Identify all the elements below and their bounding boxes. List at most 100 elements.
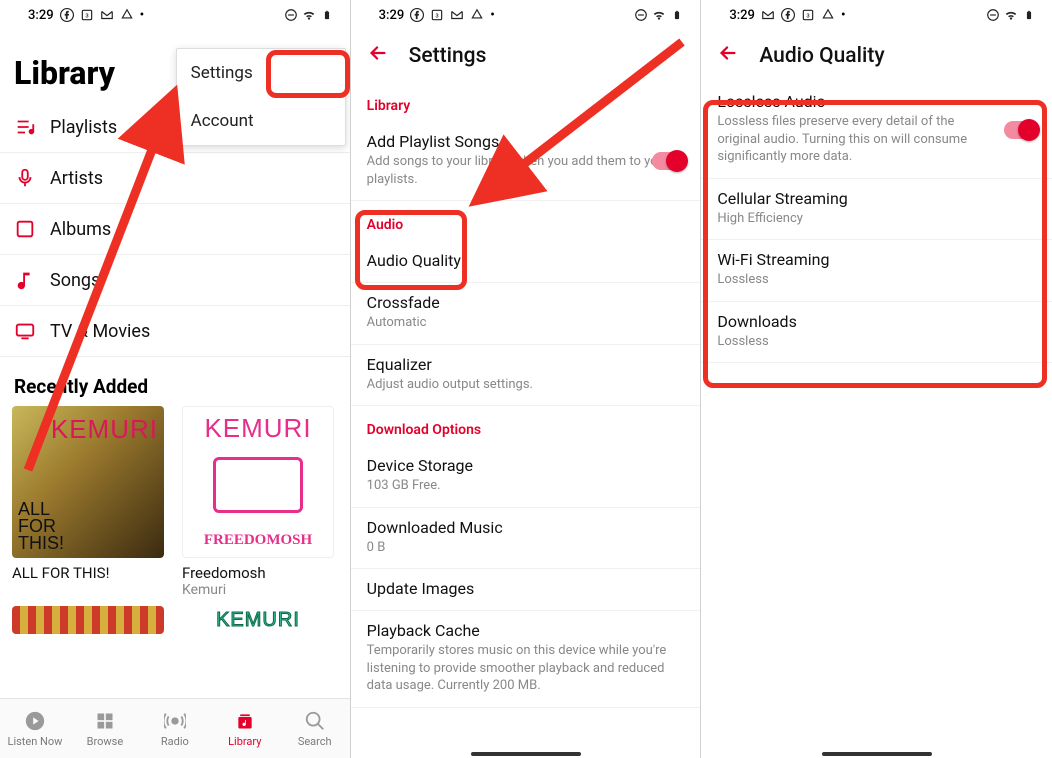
page-title: Settings — [409, 44, 487, 68]
setting-equalizer[interactable]: Equalizer Adjust audio output settings. — [351, 345, 701, 407]
svg-text:3: 3 — [436, 13, 439, 19]
toggle-switch[interactable] — [1004, 121, 1038, 139]
album-card[interactable]: KEMURI FREEDOMOSH Freedomosh Kemuri — [182, 406, 334, 598]
status-bar: 3:29 3 • — [0, 0, 350, 30]
overflow-menu: Settings Account — [176, 48, 346, 146]
setting-cellular-streaming[interactable]: Cellular Streaming High Efficiency — [701, 179, 1052, 241]
panel-library: 3:29 3 • — [0, 0, 351, 758]
header: Audio Quality — [701, 30, 1052, 82]
library-item-label: Playlists — [50, 117, 117, 138]
songs-icon — [14, 269, 36, 291]
menu-item-settings[interactable]: Settings — [177, 49, 345, 97]
status-time: 3:29 — [379, 8, 405, 23]
library-icon — [234, 710, 256, 732]
setting-lossless-audio[interactable]: Lossless Audio Lossless files preserve e… — [701, 82, 1052, 179]
tab-browse[interactable]: Browse — [70, 699, 140, 758]
gmail-icon — [761, 8, 775, 22]
dnd-icon — [284, 8, 298, 22]
album-art: KEMURI ALLFORTHIS! — [12, 406, 164, 558]
screenshot-icon: 3 — [801, 8, 815, 22]
dnd-icon — [634, 8, 648, 22]
status-dot: • — [841, 8, 846, 23]
album-title: ALL FOR THIS! — [12, 564, 164, 582]
gmail-icon — [450, 8, 464, 22]
section-download: Download Options — [351, 406, 701, 446]
play-circle-icon — [24, 710, 46, 732]
status-dot: • — [140, 8, 145, 23]
facebook-icon — [781, 8, 795, 22]
svg-text:3: 3 — [806, 13, 809, 19]
home-indicator — [471, 752, 581, 756]
wifi-icon — [652, 8, 666, 22]
library-item-label: Albums — [50, 219, 111, 240]
status-bar: 3:29 3 • — [701, 0, 1052, 30]
status-time: 3:29 — [729, 8, 755, 23]
library-item-tv[interactable]: TV & Movies — [0, 306, 350, 357]
battery-icon — [1022, 8, 1036, 22]
setting-downloads[interactable]: Downloads Lossless — [701, 302, 1052, 364]
toggle-switch[interactable] — [652, 152, 686, 170]
drive-icon — [821, 8, 835, 22]
drive-icon — [470, 8, 484, 22]
radio-icon — [164, 710, 186, 732]
panel-settings: 3:29 3 • Settings Library Add Playlist S… — [351, 0, 702, 758]
album-title: Freedomosh — [182, 564, 334, 582]
battery-icon — [320, 8, 334, 22]
grid-icon — [94, 710, 116, 732]
artists-icon — [14, 167, 36, 189]
tab-radio[interactable]: Radio — [140, 699, 210, 758]
library-item-label: TV & Movies — [50, 321, 150, 342]
section-library: Library — [351, 82, 701, 122]
gmail-icon — [100, 8, 114, 22]
setting-audio-quality[interactable]: Audio Quality — [351, 241, 701, 283]
albums-row: KEMURI ALLFORTHIS! ALL FOR THIS! KEMURI … — [0, 406, 350, 598]
album-card[interactable]: KEMURI ALLFORTHIS! ALL FOR THIS! — [12, 406, 164, 598]
wifi-icon — [302, 8, 316, 22]
section-audio: Audio — [351, 201, 701, 241]
setting-playback-cache[interactable]: Playback Cache Temporarily stores music … — [351, 611, 701, 708]
status-time: 3:29 — [28, 8, 54, 23]
facebook-icon — [410, 8, 424, 22]
setting-add-playlist-songs[interactable]: Add Playlist Songs Add songs to your lib… — [351, 122, 701, 201]
screenshot-icon: 3 — [80, 8, 94, 22]
tab-listen-now[interactable]: Listen Now — [0, 699, 70, 758]
panel-audio-quality: 3:29 3 • Audio Quality Lossless Audio Lo… — [701, 0, 1052, 758]
status-bar: 3:29 3 • — [351, 0, 701, 30]
album-art[interactable] — [12, 606, 164, 634]
album-art: KEMURI FREEDOMOSH — [182, 406, 334, 558]
setting-crossfade[interactable]: Crossfade Automatic — [351, 283, 701, 345]
library-item-label: Artists — [50, 168, 103, 189]
drive-icon — [120, 8, 134, 22]
dnd-icon — [986, 8, 1000, 22]
tab-library[interactable]: Library — [210, 699, 280, 758]
tab-bar: Listen Now Browse Radio Library Search — [0, 698, 350, 758]
page-title: Audio Quality — [759, 44, 884, 68]
setting-wifi-streaming[interactable]: Wi-Fi Streaming Lossless — [701, 240, 1052, 302]
recently-added-header: Recently Added — [0, 357, 350, 406]
albums-row-2: KEMURI — [0, 598, 350, 634]
library-item-artists[interactable]: Artists — [0, 153, 350, 204]
menu-item-account[interactable]: Account — [177, 97, 345, 145]
library-item-albums[interactable]: Albums — [0, 204, 350, 255]
album-artist: Kemuri — [182, 582, 334, 598]
search-icon — [304, 710, 326, 732]
battery-icon — [670, 8, 684, 22]
setting-device-storage[interactable]: Device Storage 103 GB Free. — [351, 446, 701, 508]
library-item-label: Songs — [50, 270, 100, 291]
tab-search[interactable]: Search — [280, 699, 350, 758]
home-indicator — [822, 752, 932, 756]
back-arrow-icon[interactable] — [717, 42, 739, 70]
album-art[interactable]: KEMURI — [182, 606, 334, 634]
setting-downloaded-music[interactable]: Downloaded Music 0 B — [351, 508, 701, 570]
svg-text:3: 3 — [85, 13, 88, 19]
setting-update-images[interactable]: Update Images — [351, 569, 701, 611]
facebook-icon — [60, 8, 74, 22]
back-arrow-icon[interactable] — [367, 42, 389, 70]
header: Settings — [351, 30, 701, 82]
status-dot: • — [490, 8, 495, 23]
albums-icon — [14, 218, 36, 240]
wifi-icon — [1004, 8, 1018, 22]
playlists-icon — [14, 116, 36, 138]
library-item-songs[interactable]: Songs — [0, 255, 350, 306]
screenshot-icon: 3 — [430, 8, 444, 22]
